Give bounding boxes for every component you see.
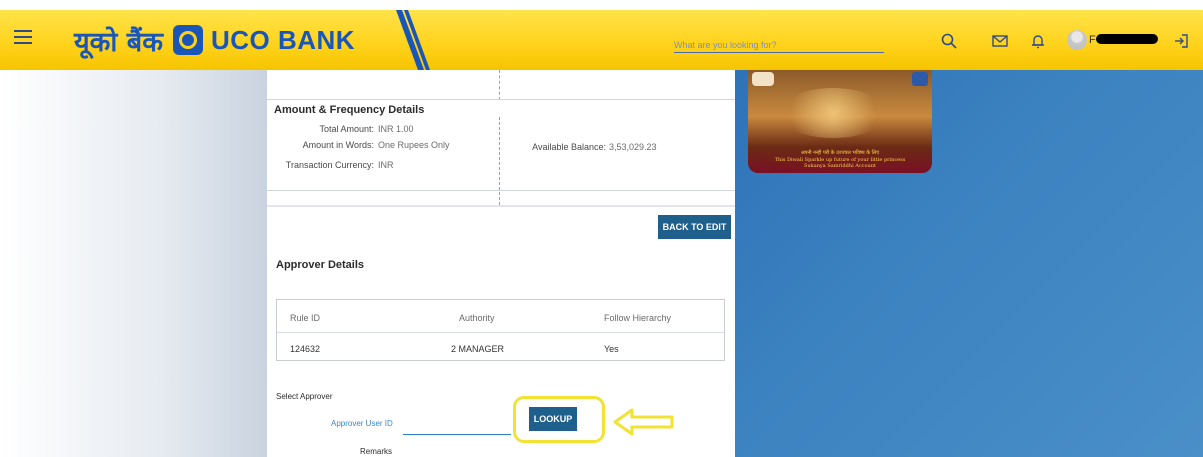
- user-name[interactable]: F: [1089, 34, 1096, 46]
- section-divider: [267, 99, 735, 100]
- total-amount-value: INR 1.00: [378, 124, 414, 134]
- annotation-arrow-icon: [613, 408, 674, 436]
- banner-line-account: Sukanya Samriddhi Account: [804, 162, 876, 169]
- approver-section-title: Approver Details: [276, 259, 365, 271]
- brand-stripe-graphic: [396, 10, 430, 70]
- left-background-panel: [0, 70, 267, 457]
- menu-icon[interactable]: [14, 30, 32, 44]
- logo-emblem-icon: [172, 25, 203, 55]
- approver-user-id-input[interactable]: [403, 421, 511, 435]
- banner-line-english: This Diwali Sparkle up future of your li…: [774, 156, 906, 163]
- mail-icon[interactable]: [991, 32, 1009, 50]
- available-balance-label: Available Balance:: [532, 142, 606, 152]
- table-cell-follow-hierarchy: Yes: [604, 344, 619, 354]
- amount-words-label: Amount in Words:: [302, 140, 374, 150]
- banner-caption: अपनी नन्ही परी के उज्ज्वल भविष्य के लिए …: [748, 150, 932, 169]
- bell-icon[interactable]: [1029, 32, 1047, 50]
- table-header-follow-hierarchy: Follow Hierarchy: [604, 313, 672, 323]
- back-to-edit-button[interactable]: BACK TO EDIT: [658, 215, 731, 239]
- amount-words-value: One Rupees Only: [378, 140, 450, 150]
- currency-label: Transaction Currency:: [285, 160, 374, 170]
- top-header: यूको बैंक UCO BANK F: [0, 10, 1203, 70]
- table-header-rule-id: Rule ID: [290, 313, 321, 323]
- promo-banner[interactable]: अपनी नन्ही परी के उज्ज्वल भविष्य के लिए …: [748, 70, 932, 173]
- amount-section-title: Amount & Frequency Details: [274, 104, 425, 116]
- table-cell-rule-id: 124632: [290, 344, 321, 354]
- approver-rules-table: Rule ID Authority Follow Hierarchy 12463…: [276, 299, 725, 361]
- approver-user-id-label: Approver User ID: [331, 419, 393, 428]
- logout-icon[interactable]: [1172, 32, 1190, 50]
- column-divider: [499, 70, 500, 100]
- lookup-button[interactable]: LOOKUP: [529, 407, 577, 431]
- uco-bank-logo[interactable]: यूको बैंक UCO BANK: [74, 22, 355, 58]
- table-cell-authority: 2 MANAGER: [451, 344, 505, 354]
- scheme-logo-icon: [752, 72, 774, 86]
- logo-hindi-text: यूको बैंक: [74, 26, 163, 58]
- total-amount-label: Total Amount:: [319, 124, 374, 134]
- banner-image: [778, 88, 888, 138]
- select-approver-label: Select Approver: [276, 392, 333, 401]
- column-divider: [499, 117, 500, 205]
- search-icon[interactable]: [940, 32, 958, 50]
- section-divider: [267, 190, 735, 191]
- section-divider: [267, 205, 735, 207]
- logo-english-text: UCO BANK: [210, 24, 356, 55]
- search-input[interactable]: [674, 38, 884, 53]
- available-balance-value: 3,53,029.23: [609, 142, 657, 152]
- table-header-authority: Authority: [459, 313, 495, 323]
- user-avatar-icon[interactable]: [1067, 30, 1087, 50]
- redacted-username: [1096, 34, 1158, 44]
- bank-logo-icon: [912, 72, 928, 86]
- currency-value: INR: [378, 160, 394, 170]
- remarks-label: Remarks: [360, 447, 393, 456]
- table-row-divider: [277, 332, 724, 333]
